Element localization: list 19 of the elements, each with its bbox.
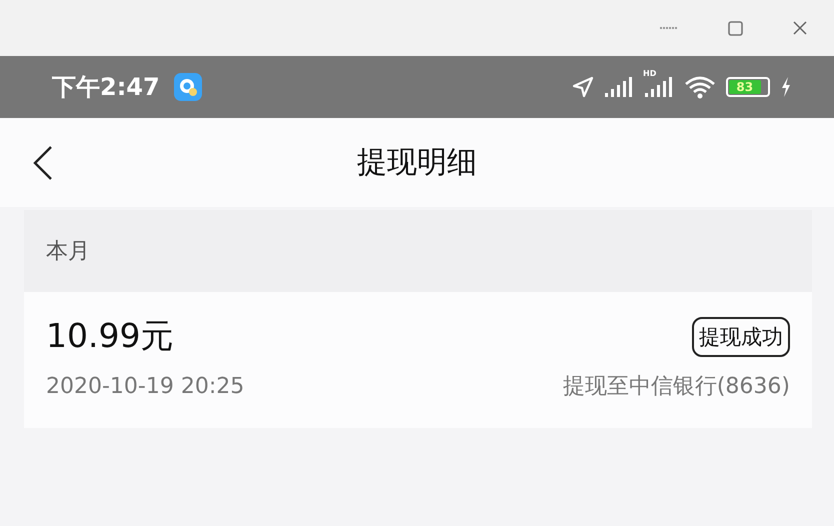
signal-icon — [604, 76, 634, 98]
app-notification-icon — [174, 73, 202, 101]
page-title: 提现明细 — [357, 144, 477, 182]
status-time: 下午2:47 — [52, 72, 160, 103]
section-label: 本月 — [46, 238, 90, 266]
wifi-icon — [684, 75, 716, 99]
status-tag: 提现成功 — [692, 316, 790, 356]
back-icon[interactable] — [32, 145, 54, 181]
minimize-icon[interactable] — [660, 26, 678, 30]
amount-text: 10.99元 — [46, 315, 174, 357]
signal-label: HD — [643, 70, 656, 78]
date-time: 2020-10-19 20:25 — [46, 374, 244, 398]
location-icon — [572, 76, 594, 98]
close-icon[interactable] — [793, 21, 807, 35]
signal-icon — [644, 76, 674, 98]
withdrawal-record[interactable]: 10.99元 提现成功 2020-10-19 20:25 提现至中信银行(8636) — [24, 292, 812, 428]
maximize-icon[interactable] — [728, 20, 743, 36]
destination-text: 提现至中信银行(8636) — [562, 373, 790, 401]
battery-level: 83 — [729, 80, 761, 94]
